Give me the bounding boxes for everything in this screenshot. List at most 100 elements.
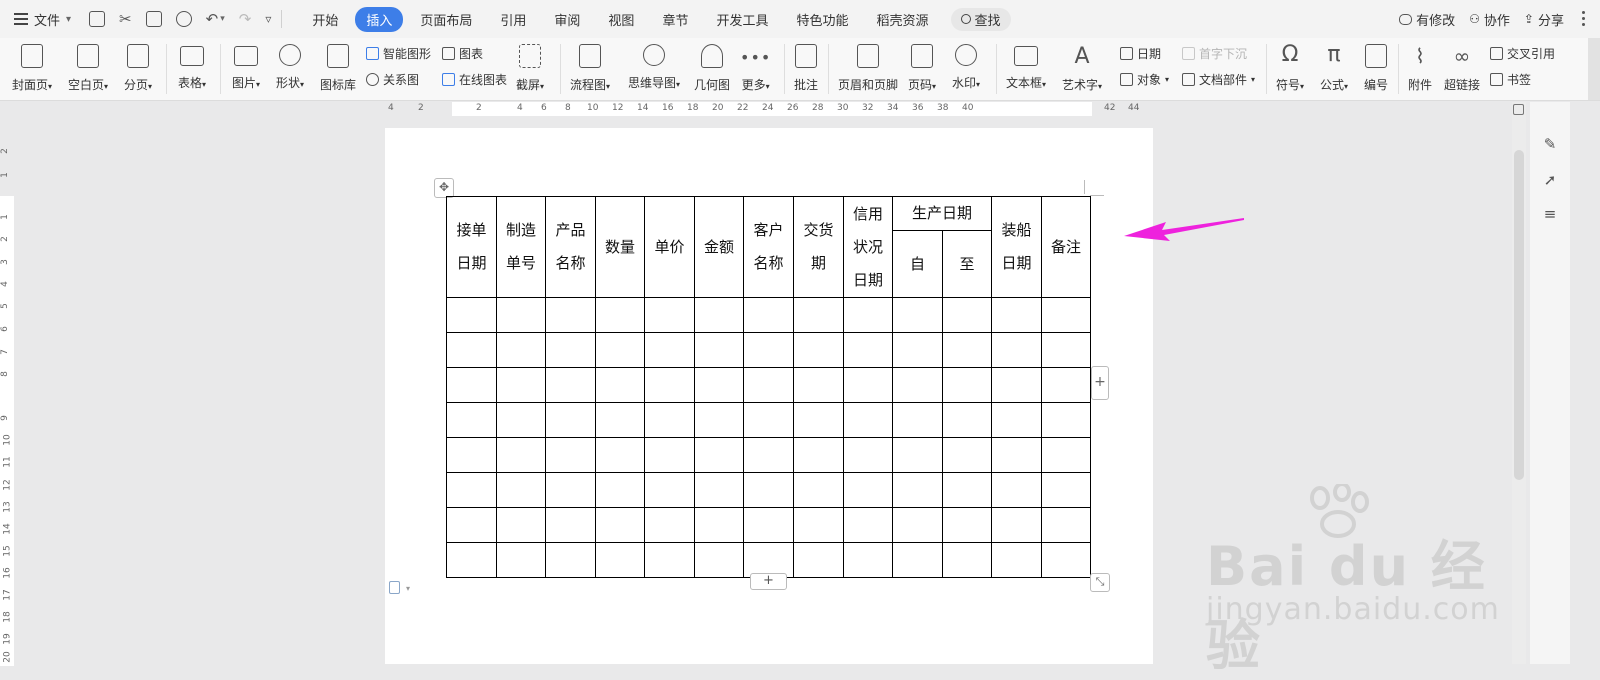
chevron-down-icon[interactable]: ▾ <box>406 584 410 593</box>
table-cell[interactable] <box>1041 507 1092 543</box>
table-cell[interactable] <box>1041 402 1092 438</box>
table-cell[interactable] <box>644 437 695 473</box>
table-cell[interactable] <box>843 332 893 368</box>
redo-icon[interactable]: ↷ <box>239 11 252 27</box>
table-cell[interactable] <box>991 507 1043 543</box>
screenshot-button[interactable]: 截屏▾ <box>516 38 544 100</box>
table-cell[interactable] <box>446 507 497 543</box>
table-cell[interactable] <box>843 367 893 403</box>
header-remarks[interactable]: 备注 <box>1041 196 1092 298</box>
table-cell[interactable] <box>496 542 546 578</box>
header-unit-price[interactable]: 单价 <box>644 196 695 298</box>
table-cell[interactable] <box>991 367 1043 403</box>
table-cell[interactable] <box>644 402 695 438</box>
table-button[interactable]: 表格▾ <box>178 38 206 100</box>
tab-docer-resources[interactable]: 稻壳资源 <box>865 7 939 32</box>
table-cell[interactable] <box>843 402 893 438</box>
table-cell[interactable] <box>793 367 844 403</box>
tab-references[interactable]: 引用 <box>489 7 537 32</box>
table-cell[interactable] <box>694 332 744 368</box>
save-icon[interactable] <box>89 11 106 27</box>
table-cell[interactable] <box>793 402 844 438</box>
header-credit-status-date[interactable]: 信用 状况 日期 <box>843 196 893 298</box>
table-cell[interactable] <box>991 437 1043 473</box>
table-cell[interactable] <box>743 367 794 403</box>
table-cell[interactable] <box>545 542 596 578</box>
numbering-button[interactable]: 编号 <box>1364 38 1388 100</box>
tab-page-layout[interactable]: 页面布局 <box>409 7 483 32</box>
collaborate-button[interactable]: ⚇ 协作 <box>1469 10 1510 29</box>
table-cell[interactable] <box>892 472 943 508</box>
table-resize-handle[interactable]: ⤡ <box>1090 573 1110 592</box>
vertical-scrollbar[interactable] <box>1512 102 1526 664</box>
table-cell[interactable] <box>941 402 993 438</box>
wordart-button[interactable]: A 艺术字▾ <box>1062 38 1102 100</box>
tab-special-features[interactable]: 特色功能 <box>785 7 859 32</box>
object-button[interactable]: 对象 ▾ <box>1120 71 1169 88</box>
table-cell[interactable] <box>1041 367 1092 403</box>
table-cell[interactable] <box>1041 472 1092 508</box>
hyperlink-button[interactable]: ∞ 超链接 <box>1444 38 1480 100</box>
table-cell[interactable] <box>595 437 645 473</box>
undo-dropdown-caret[interactable]: ▾ <box>220 14 225 24</box>
table-cell[interactable] <box>595 332 645 368</box>
format-painter-icon[interactable]: ✂ <box>119 11 132 27</box>
header-product-name[interactable]: 产品 名称 <box>545 196 596 298</box>
table-cell[interactable] <box>941 472 993 508</box>
header-delivery[interactable]: 交货期 <box>793 196 844 298</box>
customize-toolbar-icon[interactable]: ▿ <box>265 11 271 27</box>
table-cell[interactable] <box>446 402 497 438</box>
print-icon[interactable] <box>145 11 162 27</box>
table-cell[interactable] <box>743 507 794 543</box>
table-cell[interactable] <box>694 297 744 333</box>
symbol-button[interactable]: Ω 符号▾ <box>1276 38 1304 100</box>
table-cell[interactable] <box>644 297 695 333</box>
pen-icon[interactable]: ✎ <box>1542 136 1558 152</box>
table-cell[interactable] <box>595 507 645 543</box>
table-cell[interactable] <box>694 472 744 508</box>
relation-chart-button[interactable]: 关系图 <box>366 71 419 88</box>
modified-status-button[interactable]: 有修改 <box>1399 10 1455 29</box>
table-cell[interactable] <box>496 332 546 368</box>
cross-reference-button[interactable]: 交叉引用 <box>1490 45 1555 62</box>
table-cell[interactable] <box>644 507 695 543</box>
table-cell[interactable] <box>793 297 844 333</box>
blank-page-button[interactable]: 空白页▾ <box>68 38 108 100</box>
table-cell[interactable] <box>446 472 497 508</box>
more-button[interactable]: ••• 更多▾ <box>740 38 771 100</box>
table-cell[interactable] <box>545 367 596 403</box>
tab-section[interactable]: 章节 <box>651 7 699 32</box>
tab-home[interactable]: 开始 <box>301 7 349 32</box>
header-to[interactable]: 至 <box>941 230 993 298</box>
formula-button[interactable]: π 公式▾ <box>1320 38 1348 100</box>
print-preview-icon[interactable] <box>175 11 192 27</box>
table-cell[interactable] <box>496 507 546 543</box>
table-cell[interactable] <box>793 507 844 543</box>
table-cell[interactable] <box>843 297 893 333</box>
header-amount[interactable]: 金额 <box>694 196 744 298</box>
flowchart-button[interactable]: 流程图▾ <box>570 38 610 100</box>
document-parts-button[interactable]: 文档部件 ▾ <box>1182 71 1255 88</box>
table-cell[interactable] <box>1041 332 1092 368</box>
table-cell[interactable] <box>644 472 695 508</box>
textbox-button[interactable]: 文本框▾ <box>1006 38 1046 100</box>
table-cell[interactable] <box>1041 437 1092 473</box>
table-cell[interactable] <box>941 332 993 368</box>
tab-review[interactable]: 审阅 <box>543 7 591 32</box>
table-cell[interactable] <box>941 367 993 403</box>
table-cell[interactable] <box>892 507 943 543</box>
table-cell[interactable] <box>743 402 794 438</box>
header-footer-button[interactable]: 页眉和页脚 <box>838 38 898 100</box>
table-cell[interactable] <box>941 297 993 333</box>
table-cell[interactable] <box>892 367 943 403</box>
settings-sliders-icon[interactable]: ≡ <box>1542 206 1558 222</box>
table-cell[interactable] <box>991 297 1043 333</box>
table-cell[interactable] <box>446 297 497 333</box>
chart-button[interactable]: 图表 <box>442 45 483 62</box>
cursor-icon[interactable]: ➚ <box>1542 172 1558 188</box>
icon-library-button[interactable]: 图标库 <box>320 38 356 100</box>
table-cell[interactable] <box>595 542 645 578</box>
table-cell[interactable] <box>793 542 844 578</box>
table-cell[interactable] <box>446 542 497 578</box>
table-cell[interactable] <box>446 332 497 368</box>
